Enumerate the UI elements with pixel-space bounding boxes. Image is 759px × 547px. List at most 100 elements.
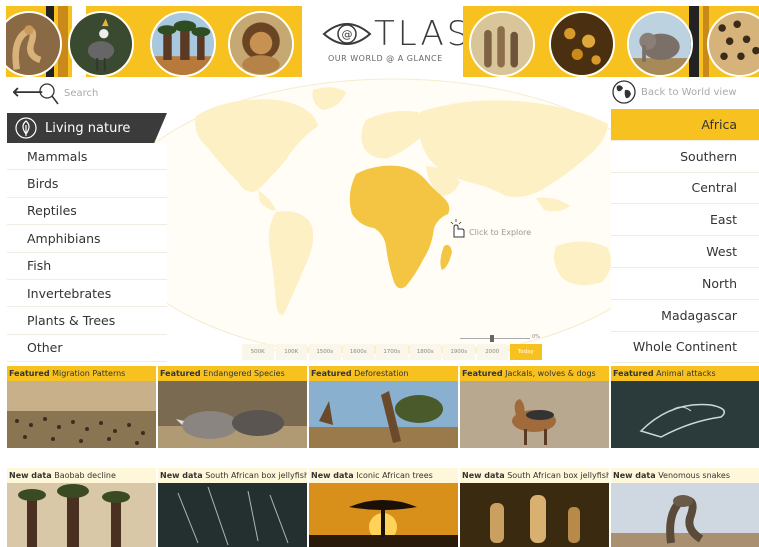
timeline-step[interactable]: 1500s bbox=[309, 344, 341, 360]
category-menu: Living nature Mammals Birds Reptiles Amp… bbox=[7, 113, 167, 363]
header-photo-strip-left bbox=[6, 6, 302, 77]
menu-item-fish[interactable]: Fish bbox=[7, 252, 167, 280]
timeline-step[interactable]: 100K bbox=[275, 344, 307, 360]
atlas-logo[interactable]: @ TLAS OUR WORLD @ A GLANCE bbox=[318, 12, 468, 67]
lion-thumbnail[interactable] bbox=[228, 11, 294, 77]
world-map[interactable] bbox=[108, 78, 678, 361]
card-image bbox=[158, 483, 307, 547]
card-caption: New data Venomous snakes bbox=[611, 468, 759, 483]
featured-card-endangered[interactable]: Featured Endangered Species bbox=[158, 366, 307, 448]
region-item-east[interactable]: East bbox=[611, 204, 759, 237]
card-caption: New data Baobab decline bbox=[7, 468, 156, 483]
pointer-hand-icon bbox=[450, 219, 465, 238]
card-tag: New data bbox=[311, 471, 354, 480]
region-item-madagascar[interactable]: Madagascar bbox=[611, 299, 759, 332]
card-image bbox=[460, 381, 609, 448]
card-image bbox=[309, 381, 458, 448]
search-icon[interactable] bbox=[38, 82, 60, 106]
menu-item-reptiles[interactable]: Reptiles bbox=[7, 197, 167, 226]
menu-item-birds[interactable]: Birds bbox=[7, 170, 167, 198]
card-title: Jackals, wolves & dogs bbox=[505, 369, 596, 378]
region-item-north[interactable]: North bbox=[611, 267, 759, 300]
logo-at-symbol: @ bbox=[342, 28, 353, 41]
card-tag: Featured bbox=[311, 369, 352, 378]
card-image bbox=[309, 483, 458, 547]
region-item-southern[interactable]: Southern bbox=[611, 140, 759, 173]
card-title: South African box jellyfish bbox=[507, 471, 609, 480]
featured-card-migration[interactable]: Featured Migration Patterns bbox=[7, 366, 156, 448]
timeline-step[interactable]: 500K bbox=[242, 344, 274, 360]
card-tag: Featured bbox=[462, 369, 503, 378]
card-tag: New data bbox=[9, 471, 52, 480]
living-nature-label: Living nature bbox=[45, 120, 131, 136]
zoom-slider[interactable]: 0% bbox=[460, 334, 540, 343]
new-data-card-snakes[interactable]: New data Venomous snakes bbox=[611, 468, 759, 547]
card-caption: New data Iconic African trees bbox=[309, 468, 458, 483]
slider-track bbox=[460, 338, 530, 339]
featured-card-jackals[interactable]: Featured Jackals, wolves & dogs bbox=[460, 366, 609, 448]
card-caption: New data South African box jellyfish bbox=[158, 468, 307, 483]
header-photo-strip-right bbox=[463, 6, 759, 77]
elephant-thumbnail[interactable] bbox=[627, 11, 693, 77]
card-tag: Featured bbox=[613, 369, 654, 378]
logo-wordmark: TLAS bbox=[374, 14, 472, 54]
region-menu: Africa Southern Central East West North … bbox=[611, 109, 759, 364]
card-title: Venomous snakes bbox=[658, 471, 730, 480]
timeline-bar: 500K 100K 1500s 1600s 1700s 1800s 1900s … bbox=[242, 344, 544, 360]
card-tag: Featured bbox=[160, 369, 201, 378]
new-data-card-jellyfish[interactable]: New data South African box jellyfish bbox=[158, 468, 307, 547]
region-item-west[interactable]: West bbox=[611, 236, 759, 268]
timeline-step[interactable]: 2000 bbox=[476, 344, 508, 360]
menu-item-invertebrates[interactable]: Invertebrates bbox=[7, 279, 167, 308]
living-nature-header[interactable]: Living nature bbox=[7, 113, 167, 143]
card-caption: Featured Jackals, wolves & dogs bbox=[460, 366, 609, 381]
card-image bbox=[7, 381, 156, 448]
menu-item-plants-trees[interactable]: Plants & Trees bbox=[7, 307, 167, 335]
slider-knob[interactable] bbox=[490, 335, 494, 342]
card-image bbox=[158, 381, 307, 448]
card-caption: Featured Migration Patterns bbox=[7, 366, 156, 381]
card-caption: Featured Endangered Species bbox=[158, 366, 307, 381]
card-tag: Featured bbox=[9, 369, 50, 378]
timeline-step[interactable]: 1700s bbox=[376, 344, 408, 360]
logo-tagline: OUR WORLD @ A GLANCE bbox=[328, 54, 443, 63]
new-data-card-iconic-trees[interactable]: New data Iconic African trees bbox=[309, 468, 458, 547]
timeline-step[interactable]: 1800s bbox=[409, 344, 441, 360]
timeline-step-active[interactable]: Today bbox=[510, 344, 542, 360]
leopard-thumbnail[interactable] bbox=[707, 11, 759, 77]
baobab-thumbnail[interactable] bbox=[150, 11, 216, 77]
card-title: Animal attacks bbox=[656, 369, 716, 378]
crane-bird-thumbnail[interactable] bbox=[68, 11, 134, 77]
eye-icon: @ bbox=[322, 23, 372, 45]
new-data-card-jellyfish-2[interactable]: New data South African box jellyfish bbox=[460, 468, 609, 547]
card-tag: New data bbox=[613, 471, 656, 480]
card-title: Deforestation bbox=[354, 369, 409, 378]
insects-thumbnail[interactable] bbox=[549, 11, 615, 77]
region-item-whole-continent[interactable]: Whole Continent bbox=[611, 331, 759, 364]
new-data-card-baobab[interactable]: New data Baobab decline bbox=[7, 468, 156, 547]
region-item-central[interactable]: Central bbox=[611, 172, 759, 205]
card-image bbox=[460, 483, 609, 547]
card-title: Baobab decline bbox=[54, 471, 116, 480]
card-image bbox=[611, 381, 759, 448]
card-title: Iconic African trees bbox=[356, 471, 433, 480]
region-item-africa[interactable]: Africa bbox=[611, 109, 759, 141]
card-title: South African box jellyfish bbox=[205, 471, 307, 480]
card-caption: New data South African box jellyfish bbox=[460, 468, 609, 483]
slider-label: 0% bbox=[532, 334, 540, 340]
leaf-icon bbox=[15, 117, 37, 139]
search-input[interactable]: Search bbox=[64, 88, 98, 99]
menu-item-other[interactable]: Other bbox=[7, 334, 167, 363]
menu-item-mammals[interactable]: Mammals bbox=[7, 143, 167, 171]
card-caption: Featured Animal attacks bbox=[611, 366, 759, 381]
featured-card-animal-attacks[interactable]: Featured Animal attacks bbox=[611, 366, 759, 448]
card-image bbox=[7, 483, 156, 547]
card-caption: Featured Deforestation bbox=[309, 366, 458, 381]
card-image bbox=[611, 483, 759, 547]
timeline-step[interactable]: 1900s bbox=[443, 344, 475, 360]
card-tag: New data bbox=[160, 471, 203, 480]
timeline-step[interactable]: 1600s bbox=[342, 344, 374, 360]
featured-card-deforestation[interactable]: Featured Deforestation bbox=[309, 366, 458, 448]
meerkats-thumbnail[interactable] bbox=[469, 11, 535, 77]
menu-item-amphibians[interactable]: Amphibians bbox=[7, 225, 167, 253]
